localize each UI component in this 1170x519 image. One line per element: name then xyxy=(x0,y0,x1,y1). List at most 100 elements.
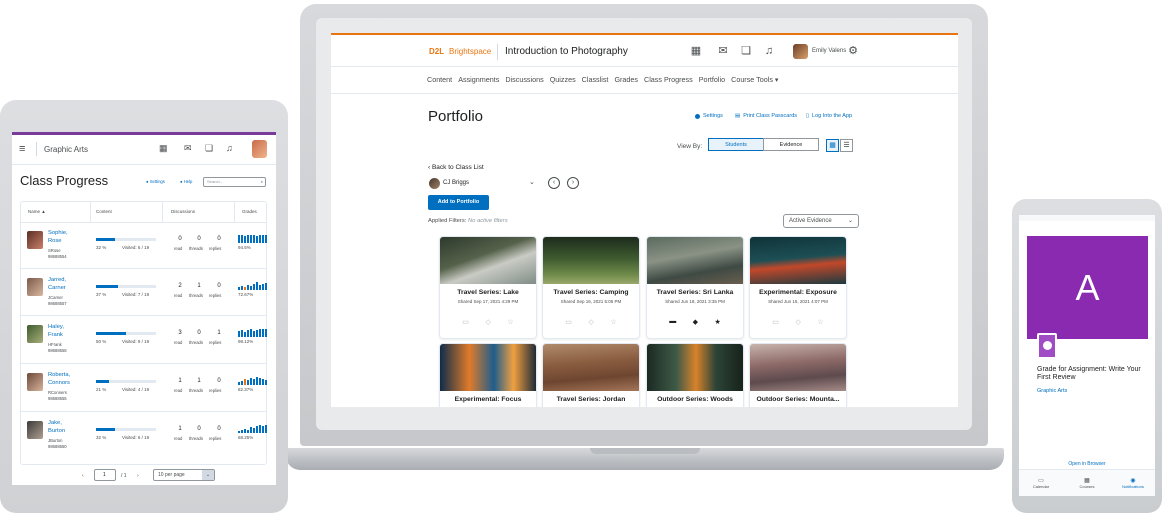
star-icon[interactable]: ☆ xyxy=(817,318,823,326)
page-number-input[interactable]: 1 xyxy=(94,469,116,481)
help-link[interactable]: ● Help xyxy=(180,179,192,184)
comment-icon[interactable]: ▭ xyxy=(772,318,779,326)
mail-icon[interactable]: ✉ xyxy=(716,44,730,58)
view-students-toggle[interactable]: Students xyxy=(708,138,764,151)
evidence-title: Travel Series: Sri Lanka xyxy=(656,289,734,296)
comment-icon[interactable]: ▭ xyxy=(462,318,469,326)
nav-grades[interactable]: Grades xyxy=(614,75,638,87)
waffle-icon[interactable]: ▦ xyxy=(159,143,168,154)
next-student-icon[interactable]: › xyxy=(567,177,579,189)
chevron-down-icon[interactable]: ⌄ xyxy=(529,178,535,186)
tag-icon[interactable]: ◆ xyxy=(693,318,698,326)
settings-link[interactable]: ● Settings xyxy=(146,179,165,184)
nav-quizzes[interactable]: Quizzes xyxy=(550,75,576,87)
star-icon[interactable]: ★ xyxy=(714,318,720,326)
tab-calendar[interactable]: ▭ Calendar xyxy=(1021,478,1061,490)
brightspace-logo[interactable]: Brightspace xyxy=(449,47,491,56)
replies-label: replies xyxy=(209,340,222,345)
chat-icon[interactable]: ❏ xyxy=(739,44,753,58)
grade-percent: 72.67% xyxy=(238,292,254,297)
student-selector[interactable]: CJ Briggs xyxy=(443,180,469,186)
settings-label: Settings xyxy=(703,113,723,119)
back-to-class-list-link[interactable]: ‹ Back to Class List xyxy=(428,164,484,171)
tab-notifications-label: Notifications xyxy=(1122,484,1144,489)
evidence-card[interactable]: Travel Series: Lake Shared Sep 17, 2021 … xyxy=(439,236,537,339)
student-username: HFrank xyxy=(48,342,62,347)
student-name[interactable]: Roberta, Connors xyxy=(48,371,88,387)
list-view-icon[interactable]: ☰ xyxy=(840,139,853,152)
pager-next-icon[interactable]: › xyxy=(137,473,139,479)
content-percent: 32 % xyxy=(96,245,107,250)
nav-content[interactable]: Content xyxy=(427,75,452,87)
student-first-name: Jake, xyxy=(48,420,62,426)
student-name[interactable]: Haley, Frank xyxy=(48,323,88,339)
star-icon[interactable]: ☆ xyxy=(610,318,616,326)
grid-view-icon[interactable]: ▦ xyxy=(826,139,839,152)
evidence-filter-dropdown[interactable]: Active Evidence ⌄ xyxy=(783,214,859,228)
threads-count: 0 xyxy=(197,426,201,432)
student-name[interactable]: Jarred, Carner xyxy=(48,276,88,292)
user-name[interactable]: Emily Valens xyxy=(812,48,846,54)
hamburger-icon[interactable]: ≡ xyxy=(19,143,25,155)
content-percent: 37 % xyxy=(96,292,107,297)
tab-notifications[interactable]: ◉ Notifications xyxy=(1113,478,1153,490)
content-visited: Visited: 6 / 19 xyxy=(122,435,150,440)
course-tile[interactable]: A xyxy=(1027,236,1148,339)
waffle-icon[interactable]: ▦ xyxy=(689,44,703,58)
login-app-link[interactable]: ▯ Log Into the App xyxy=(806,113,852,119)
notification-course[interactable]: Graphic Arts xyxy=(1037,388,1067,394)
column-header-discussions: Discussions xyxy=(171,209,196,214)
evidence-card[interactable]: Experimental: Exposure Shared Jun 15, 20… xyxy=(749,236,847,339)
student-username: SRose xyxy=(48,248,61,253)
evidence-card[interactable]: Travel Series: Sri Lanka Shared Jun 18, … xyxy=(646,236,744,339)
add-to-portfolio-button[interactable]: Add to Portfolio xyxy=(428,195,489,210)
view-evidence-toggle[interactable]: Evidence xyxy=(763,138,819,151)
tag-icon[interactable]: ◇ xyxy=(795,318,800,326)
nav-course-tools[interactable]: Course Tools ▾ xyxy=(731,75,778,87)
d2l-logo[interactable]: D2L xyxy=(429,47,444,56)
star-icon[interactable]: ☆ xyxy=(507,318,513,326)
comment-icon[interactable]: ▭ xyxy=(565,318,572,326)
gear-icon[interactable]: ⚙ xyxy=(846,44,860,58)
applied-filters-value: No active filters xyxy=(467,218,508,224)
student-avatar xyxy=(429,178,440,189)
nav-assignments[interactable]: Assignments xyxy=(458,75,499,87)
evidence-title: Outdoor Series: Mounta... xyxy=(756,396,840,403)
student-id: RConners 98688555 xyxy=(48,390,67,402)
student-name[interactable]: Sophie, Rose xyxy=(48,229,88,245)
tag-icon[interactable]: ◇ xyxy=(588,318,593,326)
evidence-card[interactable]: Travel Series: Camping Shared Sep 16, 20… xyxy=(542,236,640,339)
nav-portfolio[interactable]: Portfolio xyxy=(699,75,725,87)
nav-class-progress[interactable]: Class Progress xyxy=(644,75,693,87)
nav-discussions[interactable]: Discussions xyxy=(505,75,543,87)
page-title: Class Progress xyxy=(20,173,109,188)
nav-classlist[interactable]: Classlist xyxy=(582,75,609,87)
notification-text[interactable]: Grade for Assignment: Write Your First R… xyxy=(1037,366,1147,382)
per-page-select[interactable]: 10 per page ⌄ xyxy=(153,469,215,481)
evidence-card[interactable]: Outdoor Series: Woods xyxy=(646,343,744,407)
comment-icon[interactable]: ▬ xyxy=(669,318,676,326)
user-avatar[interactable] xyxy=(793,44,808,59)
settings-link[interactable]: Settings xyxy=(695,113,723,119)
bell-icon[interactable]: ♫ xyxy=(226,143,233,153)
evidence-thumbnail xyxy=(750,237,846,284)
evidence-card[interactable]: Experimental: Focus xyxy=(439,343,537,407)
search-icon[interactable]: ⌕ xyxy=(261,178,263,186)
tab-courses[interactable]: ▦ Courses xyxy=(1067,478,1107,490)
course-title[interactable]: Introduction to Photography xyxy=(505,46,628,57)
student-name[interactable]: Jake, Burton xyxy=(48,419,88,435)
evidence-card[interactable]: Travel Series: Jordan xyxy=(542,343,640,407)
column-header-name[interactable]: Name ▲ xyxy=(28,209,46,214)
evidence-card[interactable]: Outdoor Series: Mounta... xyxy=(749,343,847,407)
course-title[interactable]: Graphic Arts xyxy=(44,145,88,154)
previous-student-icon[interactable]: ‹ xyxy=(548,177,560,189)
print-passcards-link[interactable]: ▤ Print Class Passcards xyxy=(735,113,797,119)
pager-prev-icon[interactable]: ‹ xyxy=(82,473,84,479)
tag-icon[interactable]: ◇ xyxy=(485,318,490,326)
chat-icon[interactable]: ❏ xyxy=(205,143,213,154)
bell-icon[interactable]: ♫ xyxy=(762,44,776,58)
search-input[interactable]: Search... ⌕ xyxy=(203,177,266,187)
mail-icon[interactable]: ✉ xyxy=(184,143,192,154)
open-in-browser-link[interactable]: Open in Browser xyxy=(1019,461,1155,467)
user-avatar[interactable] xyxy=(252,140,267,158)
